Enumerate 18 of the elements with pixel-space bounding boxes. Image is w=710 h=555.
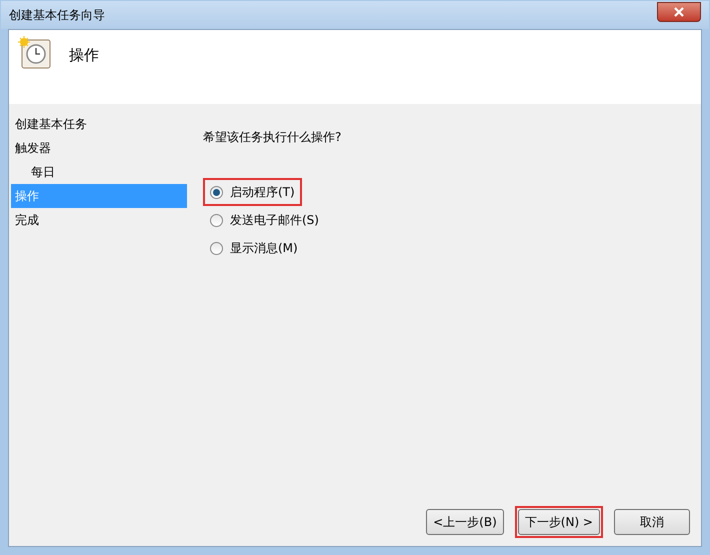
- radio-option[interactable]: 显示消息(M): [203, 234, 305, 262]
- wizard-button[interactable]: 下一步(N) >: [518, 509, 600, 535]
- step-item[interactable]: 每日: [11, 160, 187, 184]
- step-item[interactable]: 触发器: [11, 136, 187, 160]
- radio-button[interactable]: [210, 186, 223, 198]
- radio-button[interactable]: [210, 242, 223, 254]
- close-icon: [674, 7, 684, 17]
- step-item[interactable]: 创建基本任务: [11, 112, 187, 136]
- wizard-button[interactable]: 取消: [614, 509, 690, 535]
- question-text: 希望该任务执行什么操作?: [203, 129, 342, 146]
- close-button[interactable]: [657, 2, 701, 22]
- radio-button[interactable]: [210, 214, 223, 226]
- wizard-button[interactable]: <上一步(B): [426, 509, 504, 535]
- step-item[interactable]: 完成: [11, 208, 187, 232]
- radio-option[interactable]: 发送电子邮件(S): [203, 206, 326, 234]
- radio-option[interactable]: 启动程序(T): [203, 178, 302, 206]
- page-title: 操作: [69, 45, 99, 66]
- window-title: 创建基本任务向导: [9, 7, 105, 24]
